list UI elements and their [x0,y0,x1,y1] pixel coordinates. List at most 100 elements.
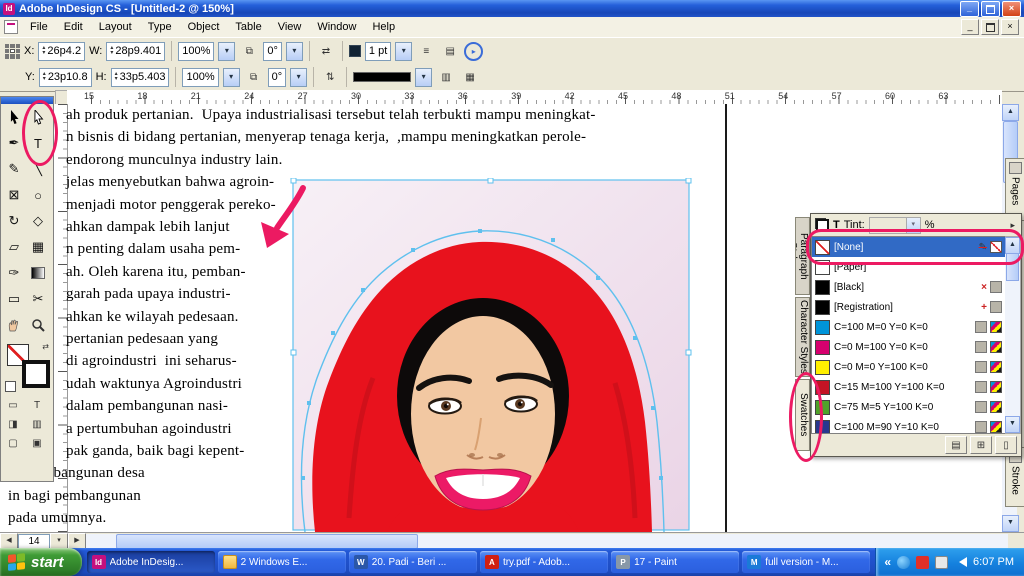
text-line[interactable]: ah. Oleh karena itu, pemban- [66,264,246,281]
tray-chevron-icon[interactable]: « [884,555,891,569]
swatch-row[interactable]: [Black] × [812,277,1005,297]
close-button[interactable]: × [1002,0,1021,17]
y-field[interactable]: ▴ ▾ 23p10.8 [38,67,92,87]
line-tool[interactable]: ╲ [25,156,51,182]
taskbar-button-pdf[interactable]: Atry.pdf - Adob... [479,551,609,573]
panel-tab-character-styles[interactable]: Character Styles [795,297,810,377]
scale-tool[interactable]: ◇ [25,208,51,234]
text-line[interactable]: garah pada upaya industri- [66,286,231,303]
h-field[interactable]: ▴ ▾ 33p5.403 [110,67,170,87]
scale-x-dropdown[interactable]: ▾ [218,41,236,61]
text-line[interactable]: in bagi pembangunan [8,488,141,505]
rotate-tool[interactable]: ↻ [1,208,27,234]
free-transform-tool[interactable]: ▦ [25,234,51,260]
gradient-tool[interactable] [25,260,51,286]
rotation-dropdown[interactable]: ▾ [290,67,308,87]
reference-point-proxy[interactable] [5,43,20,59]
spinner-icon[interactable]: ▴ ▾ [43,71,46,82]
scissors-tool[interactable]: ✂ [25,286,51,312]
swatches-scrollbar[interactable]: ▲ ▼ [1005,236,1021,434]
scale-x-field[interactable]: 100% [178,41,215,61]
flip-horizontal-icon[interactable]: ⇄ [316,42,336,60]
menu-item-edit[interactable]: Edit [56,18,91,36]
spinner-icon[interactable]: ▴ ▾ [42,45,45,56]
formatting-container-button[interactable]: ▭ [1,396,25,415]
messenger-icon[interactable] [897,555,911,569]
direct-selection-tool[interactable] [25,104,51,130]
taskbar-button-paint[interactable]: P 17 - Paint [611,551,740,573]
w-field[interactable]: ▴ ▾ 28p9.401 [106,41,166,61]
taskbar-button-media[interactable]: Mfull version - M... [742,551,871,573]
text-line[interactable]: udah waktunya Agroindustri [66,376,242,393]
text-line[interactable]: a pertumbuhan agoindustri [66,421,232,438]
page-list-dropdown[interactable]: ▾ [50,533,68,549]
x-field[interactable]: ▴ ▾ 26p4.2 [38,41,86,61]
scale-y-dropdown[interactable]: ▾ [222,67,240,87]
formatting-text-button[interactable]: T [25,396,49,415]
taskbar-button-indesign[interactable]: Id Adobe InDesig... [86,551,215,573]
transform-icon[interactable]: ▥ [436,68,456,86]
text-line[interactable]: ahkan dampak lebih lanjut [66,219,230,236]
menu-item-type[interactable]: Type [140,18,180,36]
swatch-row[interactable]: C=15 M=100 Y=100 K=0 [812,377,1005,397]
text-line[interactable]: dalam pembangunan nasi- [66,398,228,415]
swatch-row[interactable]: C=0 M=100 Y=0 K=0 [812,337,1005,357]
palette-flyout-button[interactable]: ▸ [464,41,484,61]
mdi-minimize-button[interactable]: _ [961,19,979,35]
swatch-row[interactable]: C=100 M=0 Y=0 K=0 [812,317,1005,337]
text-line[interactable]: ah produk pertanian. Upaya industrialisa… [66,107,596,124]
keyboard-icon[interactable] [935,555,949,569]
menu-item-table[interactable]: Table [227,18,269,36]
menu-item-layout[interactable]: Layout [91,18,140,36]
page-number-field[interactable]: 14 [18,533,50,549]
shear-tool[interactable]: ▱ [1,234,27,260]
delete-swatch-button[interactable]: ▯ [995,436,1017,454]
type-tool[interactable]: T [25,130,51,156]
next-page-button[interactable]: ▶ [68,533,86,549]
mdi-close-button[interactable]: × [1001,19,1019,35]
swatch-row[interactable]: C=75 M=5 Y=100 K=0 [812,397,1005,417]
shear-dropdown[interactable]: ▾ [285,41,303,61]
constrain-link-icon[interactable]: ⧉ [239,42,259,60]
menu-item-file[interactable]: File [22,18,56,36]
stroke-color-dropdown[interactable]: ▾ [415,67,433,87]
stroke-indicator[interactable] [22,360,50,388]
text-line[interactable]: di agroindustri ini seharus- [66,353,237,370]
fill-stroke-mini-proxy[interactable] [815,218,829,232]
swatch-row[interactable]: C=0 M=0 Y=100 K=0 [812,357,1005,377]
menu-item-object[interactable]: Object [180,18,228,36]
text-line[interactable]: jelas menyebutkan bahwa agroin- [66,174,274,191]
constrain-link-icon[interactable]: ⧉ [244,68,264,86]
button-tool[interactable]: ▭ [1,286,27,312]
swatch-row[interactable]: [Registration] + [812,297,1005,317]
restore-button[interactable] [981,0,1000,17]
apply-gradient-button[interactable]: ▥ [25,415,49,434]
mdi-restore-button[interactable] [981,19,999,35]
frame-tool[interactable]: ⊠ [1,182,27,208]
swatches-scroll-down[interactable]: ▼ [1005,416,1020,433]
text-line[interactable]: pak ganda, baik bagi kepent- [66,443,244,460]
text-line[interactable]: ahkan ke wilayah pedesaan. [66,309,239,326]
menu-item-view[interactable]: View [270,18,310,36]
effects-icon[interactable]: ▤ [440,42,460,60]
show-swatch-kinds-button[interactable]: ▤ [945,436,967,454]
scale-y-field[interactable]: 100% [182,67,219,87]
flip-vertical-icon[interactable]: ⇅ [320,68,340,86]
scroll-up-button[interactable]: ▲ [1002,104,1019,121]
toolbox-titlebar[interactable] [1,97,53,104]
panel-tab-paragraph-styles[interactable]: Paragraph Styles [795,217,810,295]
spinner-icon[interactable]: ▴ ▾ [115,71,118,82]
taskbar-button-folder[interactable]: 2 Windows E... [217,551,346,573]
rotation-field[interactable]: 0° [267,67,287,87]
horizontal-scrollbar[interactable] [86,534,1008,549]
stroke-weight-dropdown[interactable]: ▾ [395,41,413,61]
tint-combo[interactable]: ▾ [868,216,921,234]
pen-tool[interactable]: ✒ [1,130,27,156]
swatches-scroll-up[interactable]: ▲ [1005,237,1020,254]
menu-item-help[interactable]: Help [364,18,403,36]
horizontal-ruler[interactable]: 15 18 21 24 27 30 33 36 39 42 45 48 51 54 57 60 63 [67,90,1002,105]
new-swatch-button[interactable]: ⊞ [970,436,992,454]
panel-tab-swatches[interactable]: Swatches [795,379,810,451]
pencil-tool[interactable]: ✎ [1,156,27,182]
apply-color-button[interactable]: ◨ [1,415,25,434]
